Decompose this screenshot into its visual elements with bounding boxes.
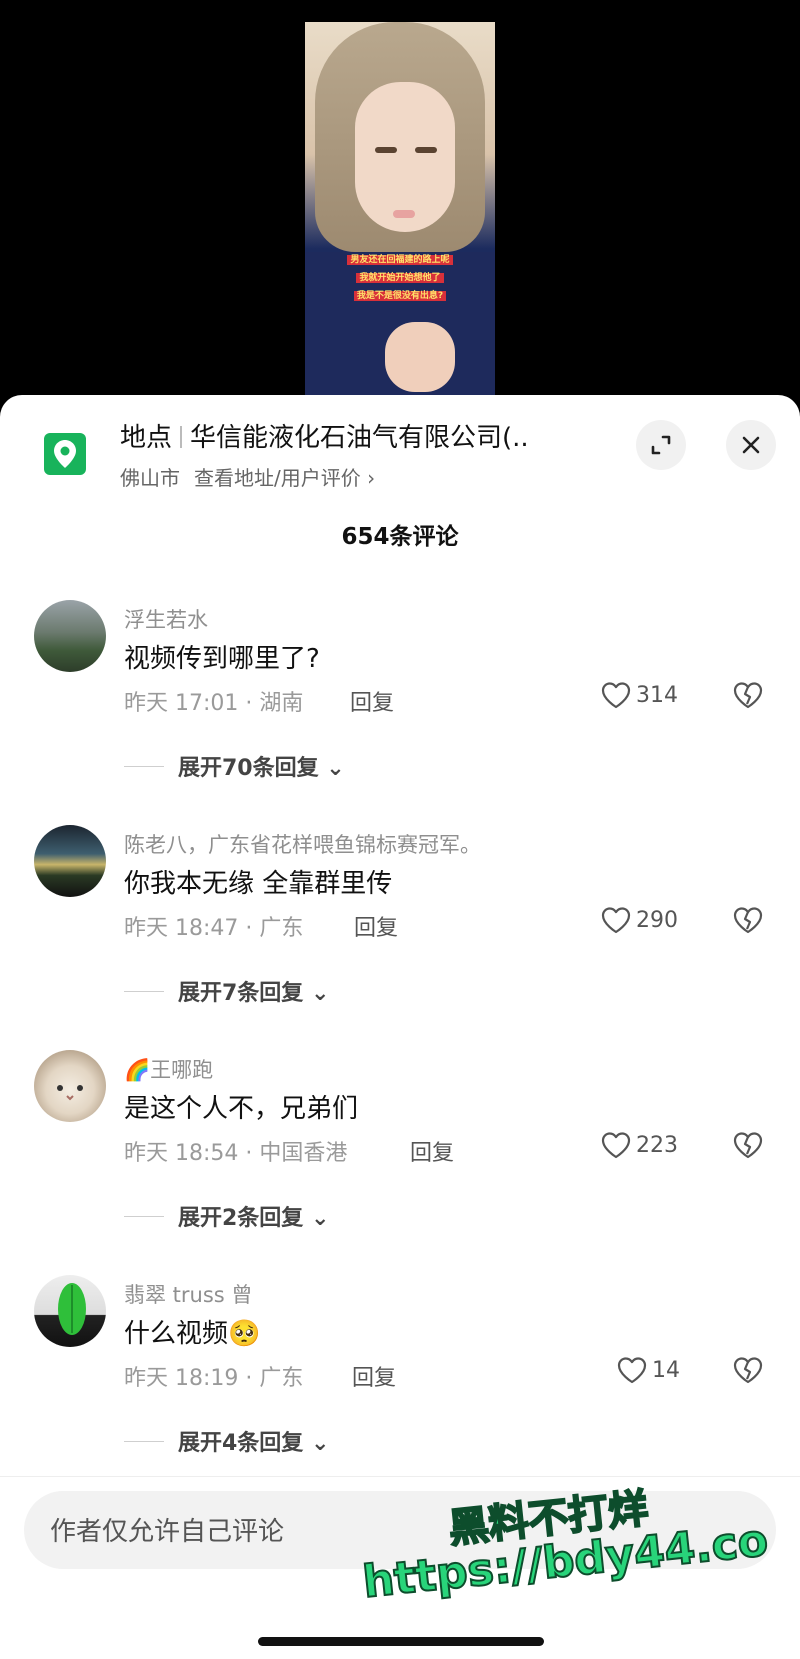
- video-figure-lips: [393, 210, 415, 218]
- location-label: 地点: [120, 423, 173, 453]
- like-count: 290: [636, 907, 678, 933]
- location-city: 佛山市: [120, 466, 180, 490]
- heart-icon: [601, 907, 631, 934]
- like-button[interactable]: 314: [600, 680, 678, 710]
- divider: [124, 990, 164, 992]
- comment-text-body: 什么视频: [124, 1319, 229, 1349]
- comment-text: 视频传到哪里了?: [124, 644, 320, 674]
- expand-icon: [651, 435, 671, 455]
- divider: [124, 1440, 164, 1442]
- comment-text: 是这个人不，兄弟们: [124, 1094, 359, 1124]
- broken-heart-icon: [733, 1357, 763, 1384]
- broken-heart-icon: [733, 1132, 763, 1159]
- video-area[interactable]: 男友还在回福建的路上呢 我就开始开始想他了 我是不是很没有出息?: [0, 0, 800, 400]
- avatar[interactable]: [34, 825, 106, 897]
- expand-replies[interactable]: 展开4条回复 ⌄: [124, 1425, 329, 1457]
- reply-button[interactable]: 回复: [350, 685, 394, 717]
- broken-heart-icon: [733, 682, 763, 709]
- like-count: 314: [636, 682, 678, 708]
- comment-username[interactable]: 翡翠 truss 曾: [124, 1279, 252, 1309]
- video-figure-hand: [385, 322, 455, 392]
- cat-face-icon: [57, 1085, 83, 1101]
- heart-icon: [601, 682, 631, 709]
- comment-input-placeholder: 作者仅允许自己评论: [50, 1517, 285, 1547]
- home-indicator[interactable]: [258, 1637, 544, 1646]
- comment-username-text: 王哪跑: [150, 1058, 214, 1082]
- comment-sheet: 地点 华信能液化石油气有限公司(.. 佛山市 查看地址/用户评价 › 654条评论 …: [0, 395, 800, 1659]
- video-caption-line: 男友还在回福建的路上呢: [323, 254, 477, 267]
- location-pin-icon[interactable]: [44, 433, 86, 475]
- comment-meta: 昨天 17:01 · 湖南: [124, 691, 304, 716]
- avatar[interactable]: [34, 600, 106, 672]
- pleading-face-emoji: 🥺: [228, 1319, 261, 1349]
- expand-button[interactable]: [636, 420, 686, 470]
- like-button[interactable]: 14: [616, 1355, 680, 1385]
- video-thumbnail[interactable]: 男友还在回福建的路上呢 我就开始开始想他了 我是不是很没有出息?: [305, 22, 495, 400]
- comment-username[interactable]: 浮生若水: [124, 604, 208, 634]
- like-button[interactable]: 223: [600, 1130, 678, 1160]
- like-count: 223: [636, 1132, 678, 1158]
- reply-button[interactable]: 回复: [352, 1360, 396, 1392]
- expand-replies[interactable]: 展开7条回复 ⌄: [124, 975, 329, 1007]
- broken-heart-icon: [733, 907, 763, 934]
- comment-item[interactable]: 翡翠 truss 曾 什么视频🥺 昨天 18:19 · 广东 回复 14 展开4…: [0, 1275, 800, 1495]
- dislike-button[interactable]: [732, 680, 764, 714]
- expand-replies-label: 展开2条回复 ⌄: [178, 1206, 330, 1231]
- comment-meta: 昨天 18:54 · 中国香港: [124, 1141, 348, 1166]
- comment-meta: 昨天 18:47 · 广东: [124, 916, 304, 941]
- expand-replies-label: 展开7条回复 ⌄: [178, 981, 330, 1006]
- close-button[interactable]: [726, 420, 776, 470]
- location-subtitle: 佛山市 查看地址/用户评价 ›: [120, 462, 375, 491]
- reply-button[interactable]: 回复: [410, 1135, 454, 1167]
- comment-meta: 昨天 18:19 · 广东: [124, 1366, 304, 1391]
- jade-leaf-icon: [58, 1283, 86, 1335]
- comment-item[interactable]: 陈老八，广东省花样喂鱼锦标赛冠军。 你我本无缘 全靠群里传 昨天 18:47 ·…: [0, 825, 800, 1045]
- video-figure-eye: [415, 147, 437, 153]
- like-button[interactable]: 290: [600, 905, 678, 935]
- rainbow-emoji: 🌈: [124, 1058, 151, 1082]
- close-icon: [742, 436, 760, 454]
- expand-replies-label: 展开70条回复 ⌄: [178, 756, 345, 781]
- reply-button[interactable]: 回复: [354, 910, 398, 942]
- video-caption-line: 我是不是很没有出息?: [323, 290, 477, 303]
- expand-replies[interactable]: 展开2条回复 ⌄: [124, 1200, 329, 1232]
- comment-username[interactable]: 陈老八，广东省花样喂鱼锦标赛冠军。: [124, 829, 481, 859]
- dislike-button[interactable]: [732, 1130, 764, 1164]
- location-title[interactable]: 地点 华信能液化石油气有限公司(..: [120, 417, 529, 454]
- avatar[interactable]: [34, 1050, 106, 1122]
- heart-icon: [617, 1357, 647, 1384]
- dislike-button[interactable]: [732, 905, 764, 939]
- location-name[interactable]: 华信能液化石油气有限公司(..: [190, 423, 529, 453]
- comment-item[interactable]: 🌈王哪跑 是这个人不，兄弟们 昨天 18:54 · 中国香港 回复 223 展开…: [0, 1050, 800, 1270]
- like-count: 14: [652, 1357, 680, 1383]
- video-caption-line: 我就开始开始想他了: [323, 272, 477, 285]
- divider: [124, 1215, 164, 1217]
- expand-replies-label: 展开4条回复 ⌄: [178, 1431, 330, 1456]
- avatar[interactable]: [34, 1275, 106, 1347]
- comment-text: 什么视频🥺: [124, 1313, 260, 1350]
- comment-text: 你我本无缘 全靠群里传: [124, 869, 393, 899]
- expand-replies[interactable]: 展开70条回复 ⌄: [124, 750, 345, 782]
- comment-item[interactable]: 浮生若水 视频传到哪里了? 昨天 17:01 · 湖南 回复 314 展开70条…: [0, 600, 800, 820]
- heart-icon: [601, 1132, 631, 1159]
- comment-count: 654条评论: [341, 524, 459, 550]
- location-detail-link[interactable]: 查看地址/用户评价 ›: [194, 466, 375, 490]
- dislike-button[interactable]: [732, 1355, 764, 1389]
- comment-username[interactable]: 🌈王哪跑: [124, 1054, 213, 1084]
- divider: [180, 426, 183, 448]
- divider: [124, 765, 164, 767]
- video-figure-eye: [375, 147, 397, 153]
